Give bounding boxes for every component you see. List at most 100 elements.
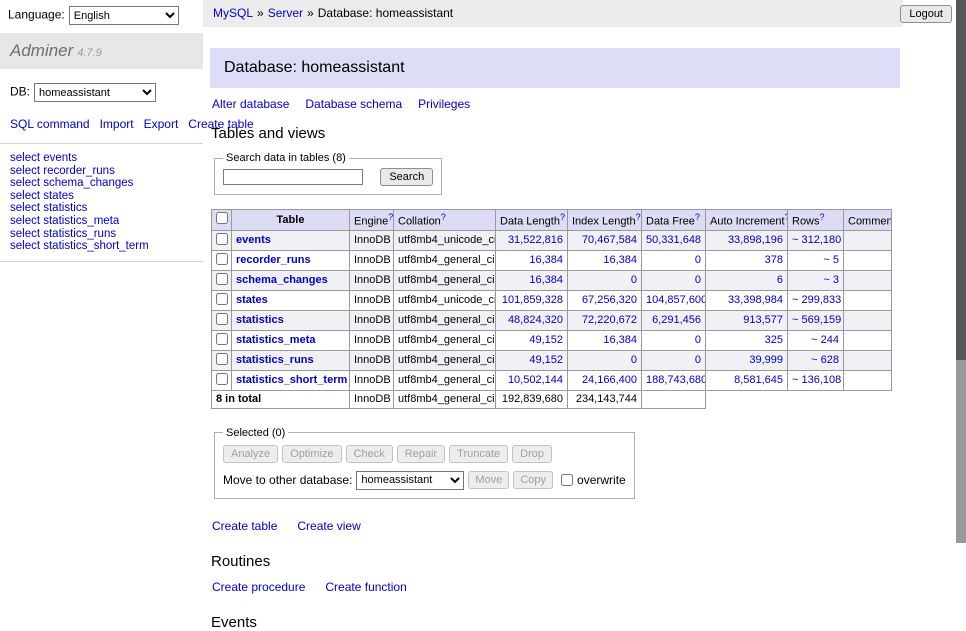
table-link-statistics-meta[interactable]: statistics_meta [236, 334, 316, 346]
logout-button[interactable]: Logout [900, 5, 952, 23]
rows-cell[interactable]: ~ 5 [788, 250, 844, 270]
repair-button[interactable]: Repair [397, 445, 445, 463]
app-logo[interactable]: Adminer 4.7.9 [0, 33, 203, 69]
privileges-link[interactable]: Privileges [418, 97, 470, 111]
sidebar-select-schema-changes[interactable]: select schema_changes [10, 177, 193, 190]
sidebar-select-statistics-short-term[interactable]: select statistics_short_term [10, 240, 193, 253]
sidebar-select-recorder-runs[interactable]: select recorder_runs [10, 165, 193, 178]
table-link-statistics-short-term[interactable]: statistics_short_term [236, 374, 347, 386]
index-length-cell[interactable]: 16,384 [568, 250, 642, 270]
search-input[interactable] [223, 169, 363, 185]
sidebar-link-export[interactable]: Export [144, 117, 179, 131]
rows-cell[interactable]: ~ 244 [788, 330, 844, 350]
data-length-cell[interactable]: 49,152 [496, 350, 568, 370]
database-schema-link[interactable]: Database schema [305, 97, 402, 111]
data-length-cell[interactable]: 101,859,328 [496, 290, 568, 310]
index-length-cell[interactable]: 72,220,672 [568, 310, 642, 330]
row-checkbox-statistics[interactable] [216, 313, 228, 325]
sidebar-select-statistics[interactable]: select statistics [10, 202, 193, 215]
row-checkbox-recorder-runs[interactable] [216, 253, 228, 265]
table-link-states[interactable]: states [236, 294, 268, 306]
auto-increment-cell[interactable]: 913,577 [706, 310, 788, 330]
index-length-cell[interactable]: 24,166,400 [568, 370, 642, 390]
copy-button[interactable]: Copy [513, 471, 553, 489]
auto-increment-cell[interactable]: 33,898,196 [706, 230, 788, 250]
index-length-cell[interactable]: 0 [568, 270, 642, 290]
table-link-statistics[interactable]: statistics [236, 314, 284, 326]
data-free-cell[interactable]: 0 [642, 330, 706, 350]
move-button[interactable]: Move [468, 471, 509, 489]
index-length-cell[interactable]: 0 [568, 350, 642, 370]
rows-cell[interactable]: ~ 299,833 [788, 290, 844, 310]
table-link-events[interactable]: events [236, 234, 271, 246]
rows-cell[interactable]: ~ 569,159 [788, 310, 844, 330]
create-function-link[interactable]: Create function [325, 580, 406, 594]
help-link[interactable]: ? [695, 212, 700, 222]
row-checkbox-statistics-runs[interactable] [216, 353, 228, 365]
app-name[interactable]: Adminer [10, 41, 73, 60]
data-free-cell[interactable]: 188,743,680 [642, 370, 706, 390]
data-length-cell[interactable]: 16,384 [496, 250, 568, 270]
data-free-cell[interactable]: 0 [642, 350, 706, 370]
data-length-cell[interactable]: 48,824,320 [496, 310, 568, 330]
auto-increment-cell[interactable]: 39,999 [706, 350, 788, 370]
help-link[interactable]: ? [441, 212, 446, 222]
rows-cell[interactable]: ~ 628 [788, 350, 844, 370]
drop-button[interactable]: Drop [512, 445, 552, 463]
data-free-cell[interactable]: 0 [642, 270, 706, 290]
breadcrumb-link-mysql[interactable]: MySQL [213, 6, 253, 20]
row-checkbox-schema-changes[interactable] [216, 273, 228, 285]
sidebar-select-states[interactable]: select states [10, 190, 193, 203]
create-view-link[interactable]: Create view [297, 519, 360, 533]
index-length-cell[interactable]: 16,384 [568, 330, 642, 350]
sidebar-select-events[interactable]: select events [10, 152, 193, 165]
data-free-cell[interactable]: 0 [642, 250, 706, 270]
data-length-cell[interactable]: 16,384 [496, 270, 568, 290]
row-checkbox-states[interactable] [216, 293, 228, 305]
scrollbar-thumb[interactable] [956, 0, 966, 360]
row-checkbox-statistics-short-term[interactable] [216, 373, 228, 385]
sidebar-select-statistics-runs[interactable]: select statistics_runs [10, 228, 193, 241]
alter-database-link[interactable]: Alter database [212, 97, 289, 111]
data-free-cell[interactable]: 50,331,648 [642, 230, 706, 250]
data-free-cell[interactable]: 6,291,456 [642, 310, 706, 330]
help-link[interactable]: ? [560, 212, 565, 222]
help-link[interactable]: ? [820, 212, 825, 222]
help-link[interactable]: ? [388, 212, 393, 222]
table-link-statistics-runs[interactable]: statistics_runs [236, 354, 314, 366]
app-version[interactable]: 4.7.9 [77, 47, 101, 59]
auto-increment-cell[interactable]: 8,581,645 [706, 370, 788, 390]
select-all-checkbox[interactable] [216, 212, 228, 224]
table-link-schema-changes[interactable]: schema_changes [236, 274, 328, 286]
row-checkbox-events[interactable] [216, 233, 228, 245]
auto-increment-cell[interactable]: 325 [706, 330, 788, 350]
optimize-button[interactable]: Optimize [282, 445, 341, 463]
auto-increment-cell[interactable]: 6 [706, 270, 788, 290]
create-table-link[interactable]: Create table [212, 519, 277, 533]
vertical-scrollbar[interactable] [956, 0, 966, 543]
analyze-button[interactable]: Analyze [223, 445, 278, 463]
db-select[interactable]: homeassistant [34, 83, 156, 102]
search-button[interactable]: Search [380, 168, 433, 186]
index-length-cell[interactable]: 67,256,320 [568, 290, 642, 310]
rows-cell[interactable]: ~ 312,180 [788, 230, 844, 250]
help-link[interactable]: ? [636, 212, 641, 222]
sidebar-select-statistics-meta[interactable]: select statistics_meta [10, 215, 193, 228]
move-db-select[interactable]: homeassistant [356, 471, 464, 490]
table-link-recorder-runs[interactable]: recorder_runs [236, 254, 311, 266]
data-free-cell[interactable]: 104,857,600 [642, 290, 706, 310]
index-length-cell[interactable]: 70,467,584 [568, 230, 642, 250]
breadcrumb-link-server[interactable]: Server [268, 6, 303, 20]
rows-cell[interactable]: ~ 3 [788, 270, 844, 290]
sidebar-link-sql-command[interactable]: SQL command [10, 117, 90, 131]
check-button[interactable]: Check [346, 445, 393, 463]
truncate-button[interactable]: Truncate [449, 445, 508, 463]
auto-increment-cell[interactable]: 378 [706, 250, 788, 270]
row-checkbox-statistics-meta[interactable] [216, 333, 228, 345]
create-procedure-link[interactable]: Create procedure [212, 580, 305, 594]
rows-cell[interactable]: ~ 136,108 [788, 370, 844, 390]
overwrite-checkbox[interactable] [561, 474, 573, 486]
sidebar-link-import[interactable]: Import [100, 117, 134, 131]
language-select[interactable]: English [69, 6, 179, 25]
data-length-cell[interactable]: 10,502,144 [496, 370, 568, 390]
